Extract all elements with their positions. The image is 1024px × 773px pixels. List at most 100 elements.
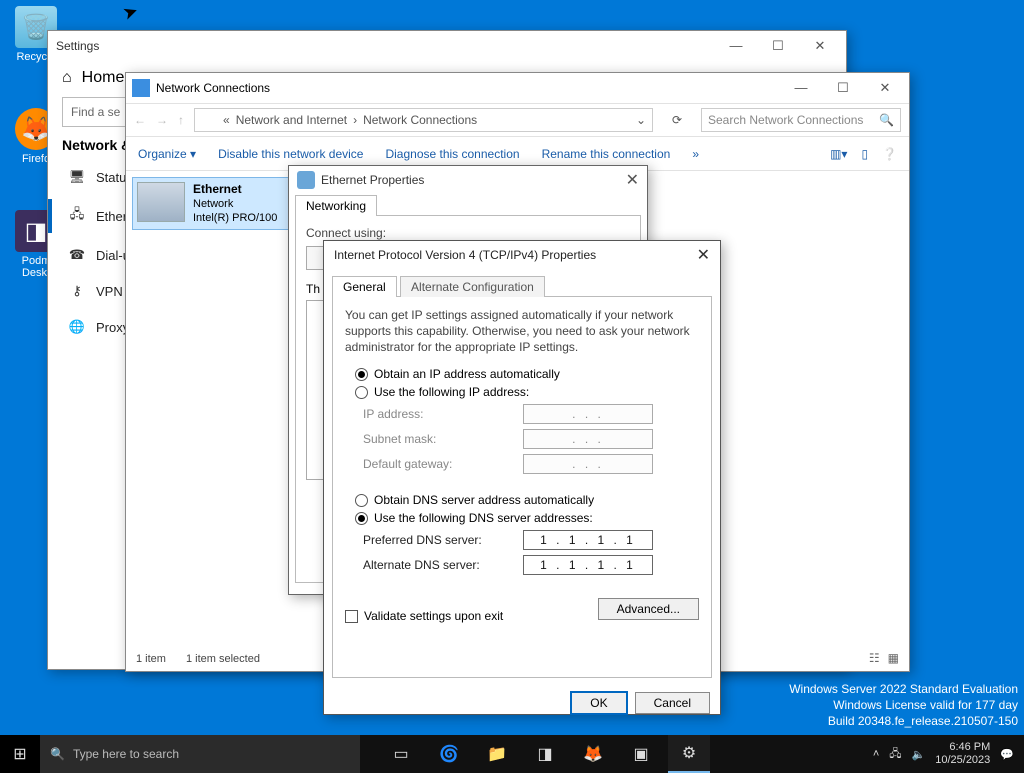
alternate-dns-label: Alternate DNS server: xyxy=(363,558,523,572)
adapter-name: Ethernet xyxy=(193,182,242,196)
rename-button[interactable]: Rename this connection xyxy=(542,147,671,161)
networking-tab[interactable]: Networking xyxy=(295,195,377,216)
default-gateway-input: . . . xyxy=(523,454,653,474)
ethprops-titlebar[interactable]: Ethernet Properties ✕ xyxy=(289,166,647,194)
view-options-icon[interactable]: ▥▾ xyxy=(830,147,847,161)
tray-notifications-icon[interactable]: 💬 xyxy=(1000,748,1014,761)
nc-maximize-button[interactable]: ☐ xyxy=(825,80,861,96)
ip-address-label: IP address: xyxy=(363,407,523,421)
preferred-dns-input[interactable]: 1 . 1 . 1 . 1 xyxy=(523,530,653,550)
start-button[interactable]: ⊞ xyxy=(0,735,40,773)
podman-taskbar-icon[interactable]: ◨ xyxy=(524,735,566,773)
search-icon: 🔍 xyxy=(50,747,65,761)
breadcrumb-prefix: « xyxy=(223,113,230,127)
disable-device-button[interactable]: Disable this network device xyxy=(218,147,363,161)
address-bar[interactable]: « Network and Internet › Network Connect… xyxy=(194,108,653,132)
status-item-count: 1 item xyxy=(136,653,166,665)
taskbar: ⊞ 🔍 Type here to search ▭ 🌀 📁 ◨ 🦊 ▣ ⚙ ˄ … xyxy=(0,735,1024,773)
dialup-icon: ☎ xyxy=(68,247,86,263)
explorer-taskbar-icon[interactable]: 📁 xyxy=(476,735,518,773)
status-icon: 🖥 xyxy=(68,169,86,185)
settings-title: Settings xyxy=(56,39,99,53)
terminal-taskbar-icon[interactable]: ▣ xyxy=(620,735,662,773)
breadcrumb-2[interactable]: Network Connections xyxy=(363,113,477,127)
organize-menu[interactable]: Organize ▾ xyxy=(138,147,196,161)
nc-minimize-button[interactable]: — xyxy=(783,80,819,96)
proxy-icon: 🌐 xyxy=(68,319,86,335)
taskbar-clock[interactable]: 6:46 PM 10/25/2023 xyxy=(935,741,990,767)
windows-watermark: Windows Server 2022 Standard Evaluation … xyxy=(789,681,1018,729)
radio-icon xyxy=(355,368,368,381)
tray-network-icon[interactable]: 🖧 xyxy=(889,745,901,764)
firefox-taskbar-icon[interactable]: 🦊 xyxy=(572,735,614,773)
up-button[interactable]: ↑ xyxy=(178,113,184,127)
chevron-down-icon[interactable]: ⌄ xyxy=(636,113,646,127)
default-gateway-label: Default gateway: xyxy=(363,457,523,471)
taskbar-search-input[interactable]: 🔍 Type here to search xyxy=(40,735,360,773)
ethernet-icon: 🖧 xyxy=(68,205,86,227)
preferred-dns-label: Preferred DNS server: xyxy=(363,533,523,547)
tray-sound-icon[interactable]: 🔈 xyxy=(912,748,926,761)
advanced-button[interactable]: Advanced... xyxy=(598,598,699,620)
settings-titlebar[interactable]: Settings — ☐ ✕ xyxy=(48,31,846,61)
checkbox-icon xyxy=(345,610,358,623)
ipv4-properties-dialog: Internet Protocol Version 4 (TCP/IPv4) P… xyxy=(323,240,721,715)
nc-search-input[interactable]: Search Network Connections 🔍 xyxy=(701,108,901,132)
use-following-dns-radio[interactable]: Use the following DNS server addresses: xyxy=(355,511,699,525)
details-view-icon[interactable]: ☷ xyxy=(869,651,880,665)
ethprops-close-button[interactable]: ✕ xyxy=(626,170,639,190)
ipv4-title-text: Internet Protocol Version 4 (TCP/IPv4) P… xyxy=(334,248,596,262)
subnet-mask-label: Subnet mask: xyxy=(363,432,523,446)
large-icons-view-icon[interactable]: ▦ xyxy=(888,651,899,665)
ok-button[interactable]: OK xyxy=(571,692,626,714)
nc-titlebar[interactable]: Network Connections — ☐ ✕ xyxy=(126,73,909,103)
general-tab[interactable]: General xyxy=(332,276,397,297)
connect-using-label: Connect using: xyxy=(306,226,630,240)
preview-pane-icon[interactable]: ▯ xyxy=(861,147,868,161)
radio-icon xyxy=(355,512,368,525)
radio-icon xyxy=(355,494,368,507)
home-label[interactable]: Home xyxy=(82,69,125,87)
refresh-button[interactable]: ⟳ xyxy=(663,113,691,127)
cancel-button[interactable]: Cancel xyxy=(635,692,710,714)
tray-chevron-up-icon[interactable]: ˄ xyxy=(873,748,879,760)
ipv4-close-button[interactable]: ✕ xyxy=(697,245,710,265)
radio-icon xyxy=(355,386,368,399)
task-view-button[interactable]: ▭ xyxy=(380,735,422,773)
chevron-right-icon: › xyxy=(353,113,357,127)
cursor-icon: ➤ xyxy=(120,0,141,25)
ethprops-title: Ethernet Properties xyxy=(321,173,424,187)
ipv4-titlebar[interactable]: Internet Protocol Version 4 (TCP/IPv4) P… xyxy=(324,241,720,269)
taskbar-search-placeholder: Type here to search xyxy=(73,747,179,761)
use-following-ip-radio[interactable]: Use the following IP address: xyxy=(355,385,699,399)
edge-taskbar-icon[interactable]: 🌀 xyxy=(428,735,470,773)
obtain-dns-auto-radio[interactable]: Obtain DNS server address automatically xyxy=(355,493,699,507)
obtain-ip-auto-radio[interactable]: Obtain an IP address automatically xyxy=(355,367,699,381)
folder-icon xyxy=(201,112,217,128)
search-icon: 🔍 xyxy=(879,113,894,127)
more-commands[interactable]: » xyxy=(692,147,699,161)
minimize-button[interactable]: — xyxy=(718,38,754,54)
validate-settings-checkbox[interactable]: Validate settings upon exit xyxy=(345,609,503,623)
alternate-dns-input[interactable]: 1 . 1 . 1 . 1 xyxy=(523,555,653,575)
nc-close-button[interactable]: ✕ xyxy=(867,80,903,96)
diagnose-button[interactable]: Diagnose this connection xyxy=(385,147,519,161)
breadcrumb-1[interactable]: Network and Internet xyxy=(236,113,347,127)
close-button[interactable]: ✕ xyxy=(802,38,838,54)
home-icon: ⌂ xyxy=(62,69,72,87)
back-button[interactable]: ← xyxy=(134,113,146,127)
settings-taskbar-icon[interactable]: ⚙ xyxy=(668,735,710,773)
alternate-config-tab[interactable]: Alternate Configuration xyxy=(400,276,545,297)
nc-title-text: Network Connections xyxy=(156,81,270,95)
adapter-status: Network xyxy=(193,198,233,210)
forward-button[interactable]: → xyxy=(156,113,168,127)
status-selected-count: 1 item selected xyxy=(186,653,260,665)
settings-search-placeholder: Find a se xyxy=(71,105,120,119)
maximize-button[interactable]: ☐ xyxy=(760,38,796,54)
vpn-icon: ⚷ xyxy=(68,283,86,299)
help-icon[interactable]: ❔ xyxy=(882,147,897,161)
nc-window-icon xyxy=(132,79,150,97)
adapter-device: Intel(R) PRO/100 xyxy=(193,212,277,224)
adapter-icon xyxy=(137,182,185,222)
subnet-mask-input: . . . xyxy=(523,429,653,449)
